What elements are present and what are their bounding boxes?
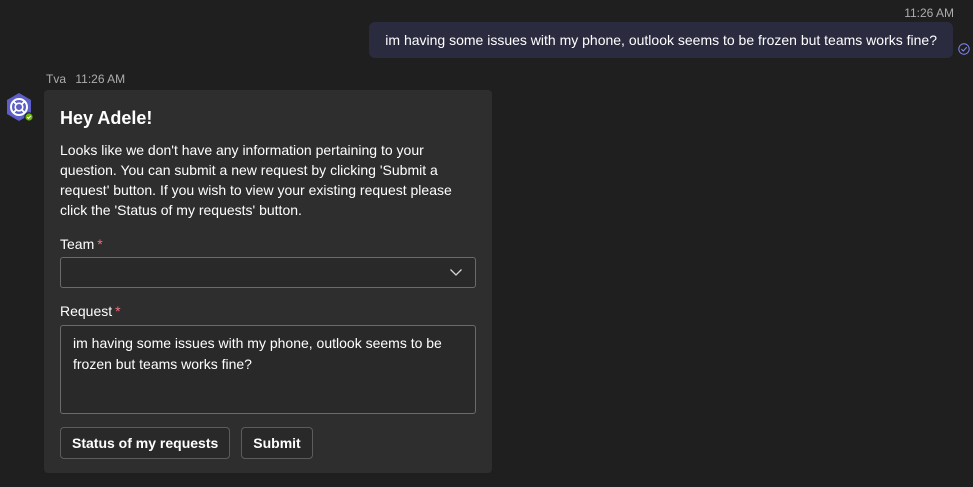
request-label: Request * — [60, 301, 476, 321]
card-actions: Status of my requests Submit — [60, 427, 476, 459]
sender-name: Tva — [46, 72, 67, 86]
message-timestamp: 11:26 AM — [75, 72, 126, 86]
message-header: Tva 11:26 AM — [46, 72, 125, 86]
status-of-requests-button[interactable]: Status of my requests — [60, 427, 231, 459]
required-mark: * — [97, 236, 103, 252]
request-text-line: frozen but teams works fine? — [73, 356, 252, 372]
team-dropdown[interactable] — [60, 257, 476, 288]
read-check-icon — [958, 43, 970, 55]
outgoing-timestamp: 11:26 AM — [904, 6, 954, 20]
presence-available-icon — [24, 112, 34, 122]
submit-button[interactable]: Submit — [241, 427, 313, 459]
card-title: Hey Adele! — [60, 108, 153, 128]
request-label-text: Request — [60, 303, 113, 319]
request-textarea[interactable]: im having some issues with my phone, out… — [60, 325, 476, 414]
card-body-text: Looks like we don't have any information… — [60, 142, 452, 218]
adaptive-card: Hey Adele! Looks like we don't have any … — [44, 90, 492, 473]
outgoing-message[interactable]: im having some issues with my phone, out… — [369, 22, 953, 58]
team-label-text: Team — [60, 236, 95, 252]
required-mark: * — [115, 303, 121, 319]
chevron-down-icon — [450, 269, 462, 276]
request-text-line: im having some issues with my phone, out… — [73, 335, 442, 351]
team-label: Team * — [60, 234, 476, 254]
lifebuoy-icon[interactable] — [4, 92, 34, 122]
chat-view: 11:26 AM im having some issues with my p… — [0, 0, 973, 487]
